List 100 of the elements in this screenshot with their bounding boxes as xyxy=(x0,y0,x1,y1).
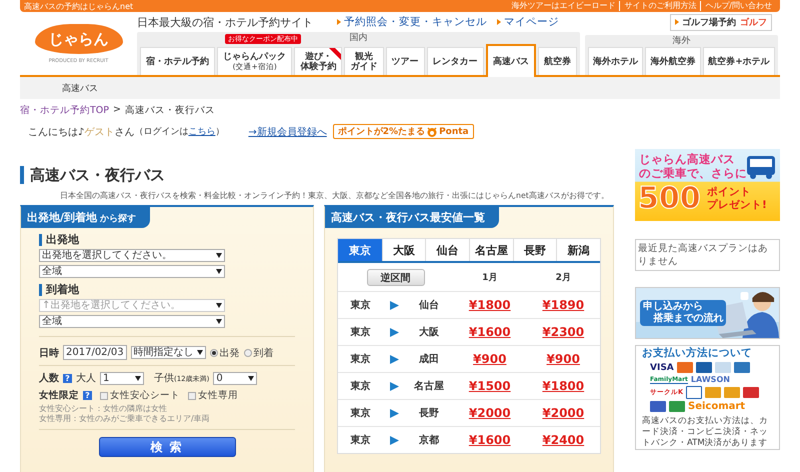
price-link[interactable]: ¥2300 xyxy=(542,325,584,339)
caret-icon xyxy=(216,319,222,324)
departure-select[interactable]: 出発地を選択してください。 xyxy=(39,249,225,262)
store-logo-icon xyxy=(743,387,760,398)
card-logo-icon xyxy=(714,362,731,373)
nav-tab[interactable]: 航空券+ホテル xyxy=(702,47,775,75)
city-tab[interactable]: 長野 xyxy=(512,239,556,261)
note-text: 女性安心シート：女性の隣席は女性 xyxy=(39,404,168,414)
note-text: 女性専用：女性のみがご乗車できるエリア/車両 xyxy=(39,414,211,424)
price-link[interactable]: ¥900 xyxy=(546,352,580,366)
radio-label: 到着 xyxy=(254,346,274,360)
price-link[interactable]: ¥900 xyxy=(473,352,506,366)
departure-select[interactable]: 全域 xyxy=(39,265,225,278)
date-label: 日時 xyxy=(39,346,59,360)
table-cell-text: 大阪 xyxy=(418,326,440,339)
city-tab[interactable]: 名古屋 xyxy=(469,239,513,261)
subnav-item[interactable]: 高速バス xyxy=(62,82,98,94)
caret-icon xyxy=(216,269,222,274)
search-button[interactable]: 検 索 xyxy=(98,437,236,457)
store-logo-icon xyxy=(686,386,702,399)
date-field[interactable]: 2017/02/03 xyxy=(63,345,127,360)
radio-label: 出発 xyxy=(220,346,240,360)
arrow-icon xyxy=(390,382,398,390)
flow-banner[interactable]: 申し込みから 搭乗までの流れ xyxy=(635,287,780,339)
radio-button[interactable] xyxy=(244,348,252,356)
adults-label: 大人 xyxy=(76,372,96,385)
table-cell-text: 東京 xyxy=(350,325,372,339)
guest-name: ゲスト xyxy=(84,126,114,138)
nav-tab[interactable]: 海外ホテル xyxy=(588,47,644,75)
women-label: 女性限定 xyxy=(39,389,79,402)
table-cell-text: 東京 xyxy=(350,352,372,366)
greeting-text: こんにちは♪ xyxy=(28,126,84,138)
top-tagline: 高速バスの予約はじゃらんnet xyxy=(24,0,134,12)
card-logo: VISA xyxy=(650,362,674,372)
breadcrumb-link[interactable]: 宿・ホテル予約TOP xyxy=(20,104,110,117)
nav-tab[interactable]: 高速バス xyxy=(486,44,536,77)
price-link[interactable]: ¥1800 xyxy=(542,379,584,393)
nav-tab[interactable]: 航空券 xyxy=(538,47,577,75)
store-logo-icon xyxy=(705,387,722,398)
nav-tab[interactable]: レンタカー xyxy=(426,47,484,75)
price-link[interactable]: ¥1890 xyxy=(542,298,584,312)
table-cell-text: 東京 xyxy=(350,433,372,447)
radio-button[interactable] xyxy=(210,348,218,356)
checkbox-label: 女性安心シート xyxy=(110,389,180,402)
nav-tab[interactable]: 宿・ホテル予約 xyxy=(140,47,216,75)
golf-button[interactable]: ゴルフ場予約 ゴルフ xyxy=(670,14,772,30)
header-link[interactable]: マイページ xyxy=(497,15,559,29)
login-note-end: ） xyxy=(215,126,224,138)
time-select[interactable]: 時間指定なし xyxy=(130,346,206,359)
price-link[interactable]: ¥1500 xyxy=(468,379,511,393)
caret-icon xyxy=(196,350,203,355)
breadcrumb-current: 高速バス・夜行バス xyxy=(124,104,215,117)
month-header: 1月 xyxy=(481,272,498,284)
store-logo: LAWSON xyxy=(690,375,730,384)
checkbox[interactable] xyxy=(100,392,108,400)
price-link[interactable]: ¥1800 xyxy=(468,298,511,312)
store-logo-icon xyxy=(650,401,666,412)
payment-text: 高速バスのお支払い方法は、カード決済・コンビニ決済・ネットバンク・ATM決済があります xyxy=(642,416,769,449)
group-title: 国内 xyxy=(350,32,368,44)
register-link[interactable]: →新規会員登録へ xyxy=(248,124,327,138)
price-link[interactable]: ¥2000 xyxy=(542,406,584,420)
caret-icon xyxy=(216,303,222,308)
city-tab[interactable]: 新潟 xyxy=(556,239,600,261)
price-link[interactable]: ¥2000 xyxy=(468,406,511,420)
recent-plans-box: 最近見た高速バスプランはありません xyxy=(635,239,780,271)
nav-tab[interactable]: 観光 ガイド xyxy=(344,47,384,75)
table-cell-text: 長野 xyxy=(418,406,440,420)
city-tab[interactable]: 仙台 xyxy=(425,239,469,261)
table-cell-text: 東京 xyxy=(350,379,372,393)
nav-tab[interactable]: 遊び・ 体験予約 xyxy=(294,47,342,75)
checkbox[interactable] xyxy=(188,392,196,400)
nav-tab[interactable]: 海外航空券 xyxy=(645,47,701,75)
price-link[interactable]: ¥1600 xyxy=(468,433,511,447)
help-icon[interactable]: ? xyxy=(83,391,92,400)
group-title: 海外 xyxy=(672,35,690,47)
help-icon[interactable]: ? xyxy=(63,374,72,382)
adults-select[interactable]: 1 xyxy=(100,372,144,384)
reverse-button[interactable]: 逆区間 xyxy=(366,268,424,286)
card-logo-icon xyxy=(676,362,693,373)
arrival-select[interactable]: 全域 xyxy=(39,315,225,328)
people-label: 人数 xyxy=(39,372,59,385)
panel-title: 出発地/到着地 から探す xyxy=(21,207,150,228)
children-select[interactable]: 0 xyxy=(213,372,258,384)
price-link[interactable]: ¥1600 xyxy=(468,325,511,339)
caret-icon xyxy=(135,376,141,380)
header-link[interactable]: 予約照会・変更・キャンセル xyxy=(337,15,487,29)
login-link[interactable]: こちら xyxy=(188,125,216,138)
caret-icon xyxy=(216,253,222,258)
table-cell-text: 成田 xyxy=(418,352,440,366)
page-title: 高速バス・夜行バス xyxy=(20,166,630,184)
greeting-suffix: さん xyxy=(114,126,134,138)
checkbox-label: 女性専用 xyxy=(198,389,238,402)
arrow-icon xyxy=(390,408,398,418)
card-logo-icon xyxy=(696,362,712,373)
city-tab[interactable]: 東京 xyxy=(338,239,382,261)
city-tab[interactable]: 大阪 xyxy=(382,239,426,261)
store-logo-icon xyxy=(724,387,740,398)
price-link[interactable]: ¥2400 xyxy=(542,433,584,447)
section-label: 出発地 xyxy=(39,234,295,246)
nav-tab[interactable]: ツアー xyxy=(386,47,425,75)
